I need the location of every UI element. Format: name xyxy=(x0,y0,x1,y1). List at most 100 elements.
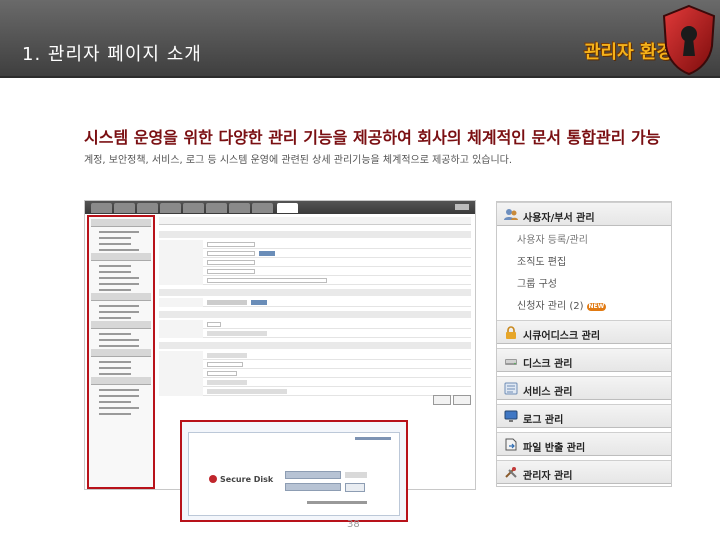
form-row xyxy=(159,276,471,285)
service-icon xyxy=(504,382,518,395)
login-screen-preview: Secure Disk xyxy=(180,420,408,522)
sidebar-group-header xyxy=(91,349,151,357)
sidebar-line xyxy=(99,367,131,369)
menu-section-admin[interactable]: 관리자 관리 xyxy=(497,460,671,484)
sidebar-line xyxy=(99,413,131,415)
menu-item-applicants[interactable]: 신청자 관리 (2) NEW xyxy=(517,297,607,312)
sidebar-line xyxy=(99,389,139,391)
admin-tab xyxy=(183,203,204,213)
admin-sidebar-highlight xyxy=(87,215,155,489)
sidebar-line xyxy=(99,345,139,347)
sidebar-line xyxy=(99,373,131,375)
sidebar-line xyxy=(99,289,131,291)
menu-section-label: 파일 반출 관리 xyxy=(523,443,586,454)
form-row xyxy=(159,258,471,267)
tools-icon xyxy=(504,466,518,479)
form-row xyxy=(159,360,471,369)
form-row xyxy=(159,240,471,249)
subheadline: 계정, 보안정책, 서비스, 로그 등 시스템 운영에 관련된 상세 관리기능을… xyxy=(84,155,513,166)
admin-tab-active xyxy=(277,203,298,213)
menu-item-group[interactable]: 그룹 구성 xyxy=(517,275,557,290)
menu-section-label: 디스크 관리 xyxy=(523,359,573,370)
file-export-icon xyxy=(504,438,518,451)
menu-section-user[interactable]: 사용자/부서 관리 xyxy=(497,202,671,226)
sidebar-line xyxy=(99,243,131,245)
menu-section-service[interactable]: 서비스 관리 xyxy=(497,376,671,400)
form-section-header xyxy=(159,311,471,318)
page-title: 1. 관리자 페이지 소개 xyxy=(22,44,202,65)
keyhole-shield-icon xyxy=(662,4,716,76)
sidebar-group-header xyxy=(91,293,151,301)
menu-section-label: 서비스 관리 xyxy=(523,387,573,398)
menu-section-file-export[interactable]: 파일 반출 관리 xyxy=(497,432,671,456)
admin-tab xyxy=(114,203,135,213)
admin-top-buttons xyxy=(455,204,469,210)
admin-menu-panel: 사용자/부서 관리 사용자 등록/관리 조직도 편집 그룹 구성 신청자 관리 … xyxy=(496,201,672,487)
disk-icon xyxy=(504,354,518,367)
sidebar-line xyxy=(99,317,131,319)
sidebar-group-header xyxy=(91,253,151,261)
menu-section-label: 시큐어디스크 관리 xyxy=(523,331,601,342)
sidebar-group-header xyxy=(91,377,151,385)
save-button xyxy=(433,395,451,405)
sidebar-group-header xyxy=(91,219,151,227)
form-row xyxy=(159,351,471,360)
login-help-link xyxy=(307,501,367,504)
login-top-links xyxy=(355,437,391,440)
menu-item-user-register[interactable]: 사용자 등록/관리 xyxy=(517,231,588,246)
menu-section-label: 관리자 관리 xyxy=(523,471,573,482)
menu-item-label: 사용자 등록/관리 xyxy=(517,235,588,246)
lock-icon xyxy=(504,326,518,339)
sidebar-group-header xyxy=(91,321,151,329)
menu-item-label: 그룹 구성 xyxy=(517,279,557,290)
menu-section-user-label: 사용자/부서 관리 xyxy=(523,213,595,224)
sidebar-line xyxy=(99,265,131,267)
form-row xyxy=(159,249,471,258)
page-number: 38 xyxy=(347,519,360,530)
secure-disk-logo: Secure Disk xyxy=(209,475,273,484)
sidebar-line xyxy=(99,401,131,403)
admin-tab xyxy=(137,203,158,213)
menu-section-log[interactable]: 로그 관리 xyxy=(497,404,671,428)
cancel-button xyxy=(453,395,471,405)
sidebar-line xyxy=(99,305,139,307)
sidebar-line xyxy=(99,339,139,341)
login-id-field xyxy=(285,471,341,479)
secure-disk-logo-text: Secure Disk xyxy=(220,475,274,484)
sidebar-line xyxy=(99,311,139,313)
admin-tab xyxy=(252,203,273,213)
user-icon xyxy=(504,208,518,221)
sidebar-line xyxy=(99,231,139,233)
admin-tab-bar xyxy=(85,201,475,214)
admin-breadcrumb xyxy=(159,217,471,225)
login-panel: Secure Disk xyxy=(188,432,400,516)
sidebar-line xyxy=(99,283,139,285)
form-row xyxy=(159,369,471,378)
form-row xyxy=(159,378,471,387)
menu-section-disk[interactable]: 디스크 관리 xyxy=(497,348,671,372)
form-row xyxy=(159,387,471,396)
admin-tab xyxy=(91,203,112,213)
sidebar-line xyxy=(99,271,131,273)
login-password-field xyxy=(285,483,341,491)
admin-tab xyxy=(206,203,227,213)
sidebar-line xyxy=(99,361,131,363)
sidebar-line xyxy=(99,407,139,409)
monitor-icon xyxy=(504,410,518,423)
login-button xyxy=(345,483,365,492)
form-row xyxy=(159,267,471,276)
sidebar-line xyxy=(99,395,139,397)
form-row xyxy=(159,329,471,338)
sidebar-line xyxy=(99,249,139,251)
logo-dot-icon xyxy=(209,475,217,483)
headline: 시스템 운영을 위한 다양한 관리 기능을 제공하여 회사의 체계적인 문서 통… xyxy=(84,128,661,147)
sidebar-line xyxy=(99,333,131,335)
admin-tab xyxy=(160,203,181,213)
menu-item-org-chart[interactable]: 조직도 편집 xyxy=(517,253,566,268)
menu-item-label: 신청자 관리 (2) xyxy=(517,301,584,312)
sidebar-line xyxy=(99,237,131,239)
header-banner: 1. 관리자 페이지 소개 관리자 환경 xyxy=(0,0,720,78)
menu-section-securedisk[interactable]: 시큐어디스크 관리 xyxy=(497,320,671,344)
form-section-header xyxy=(159,342,471,349)
login-save-checkbox xyxy=(345,472,367,478)
